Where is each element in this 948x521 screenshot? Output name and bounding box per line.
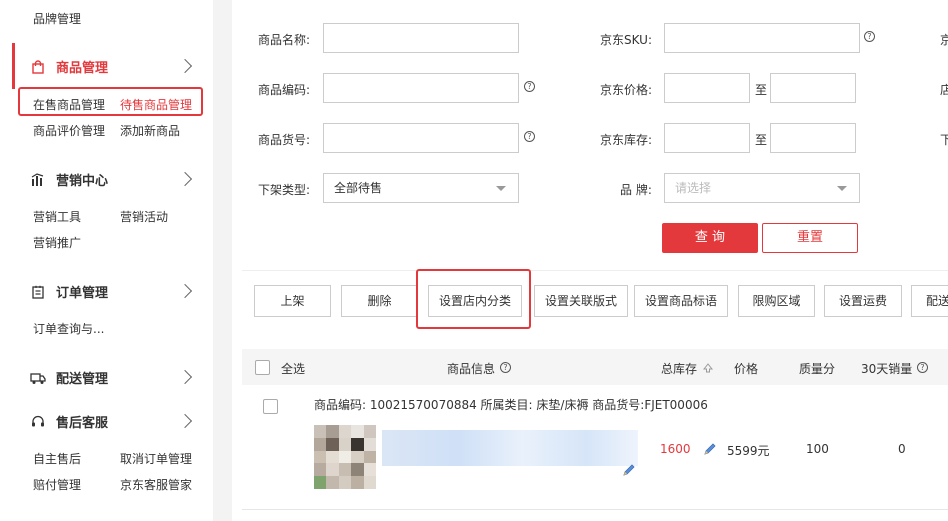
highlight-box <box>416 269 531 329</box>
product-name-input[interactable] <box>323 23 519 53</box>
sidebar-item-cancel-order[interactable]: 取消订单管理 <box>120 450 192 467</box>
sidebar-item-compensation[interactable]: 赔付管理 <box>33 476 81 493</box>
jd-price-label: 京东价格: <box>600 83 653 97</box>
table-header <box>242 349 948 385</box>
sidebar-item-jd-cs-manager[interactable]: 京东客服管家 <box>120 476 192 493</box>
edit-pencil-icon[interactable] <box>703 442 717 459</box>
headset-icon <box>30 414 46 430</box>
product-info-header: 商品信息 <box>447 362 496 376</box>
divider <box>242 509 948 510</box>
delete-button[interactable]: 删除 <box>341 285 418 317</box>
chevron-right-icon[interactable] <box>177 413 193 429</box>
marketing-icon <box>30 172 46 188</box>
jd-price-max-input[interactable] <box>770 73 856 103</box>
sidebar-item-order-query[interactable]: 订单查询与... <box>33 320 104 337</box>
range-to-label: 至 <box>755 83 768 97</box>
sidebar-group-marketing[interactable]: 营销中心 <box>30 170 108 189</box>
sidebar-item-brand-management[interactable]: 品牌管理 <box>33 10 81 27</box>
sidebar-group-title: 售后客服 <box>56 416 109 431</box>
product-code-input[interactable] <box>323 73 519 103</box>
sidebar-item-reviews[interactable]: 商品评价管理 <box>33 122 105 139</box>
sidebar-group-delivery[interactable]: 配送管理 <box>30 368 108 387</box>
sidebar-item-self-aftersales[interactable]: 自主售后 <box>33 450 81 467</box>
total-stock-header[interactable]: 总库存 <box>661 360 697 377</box>
sidebar-item-marketing-tools[interactable]: 营销工具 <box>33 208 81 225</box>
jd-stock-min-input[interactable] <box>664 123 750 153</box>
truck-icon <box>30 370 46 386</box>
row-price: 5599元 <box>727 444 770 458</box>
sidebar-item-add-product[interactable]: 添加新商品 <box>120 122 180 139</box>
jd-stock-label: 京东库存: <box>600 133 653 147</box>
row-stock: 1600 <box>660 442 691 456</box>
set-shipping-fee-button[interactable]: 设置运费 <box>824 285 902 317</box>
sidebar-item-marketing-events[interactable]: 营销活动 <box>120 208 168 225</box>
list-button[interactable]: 上架 <box>254 285 331 317</box>
product-thumbnail[interactable] <box>314 425 376 489</box>
jd-stock-max-input[interactable] <box>770 123 856 153</box>
row-sales-30d: 0 <box>898 442 906 456</box>
delivery-button[interactable]: 配送 <box>911 285 948 317</box>
chevron-right-icon[interactable] <box>177 171 193 187</box>
reset-button[interactable]: 重置 <box>762 223 858 253</box>
sidebar-group-title: 订单管理 <box>56 286 109 301</box>
sidebar: 品牌管理 商品管理 在售商品管理 待售商品管理 商品评价管理 添加新商品 营销中… <box>0 0 213 521</box>
product-no-label: 商品货号: <box>258 133 311 147</box>
main-content: 商品名称: 京东SKU: ? 京 商品编码: ? 京东价格: 至 店 商品货号:… <box>232 0 948 521</box>
price-header: 价格 <box>734 362 759 376</box>
quality-score-header: 质量分 <box>799 362 836 376</box>
dropdown-arrow-icon <box>496 186 506 191</box>
edit-pencil-icon[interactable] <box>622 463 636 480</box>
select-all-checkbox[interactable] <box>255 360 270 375</box>
brand-label: 品 牌: <box>620 183 652 197</box>
purchase-limit-region-button[interactable]: 限购区域 <box>738 285 815 317</box>
cut-off-label: 京 <box>940 33 948 47</box>
sidebar-group-aftersales[interactable]: 售后客服 <box>30 412 108 431</box>
range-to-label: 至 <box>755 133 768 147</box>
sidebar-group-orders[interactable]: 订单管理 <box>30 282 108 301</box>
sidebar-group-title: 配送管理 <box>56 372 109 387</box>
chevron-right-icon[interactable] <box>177 58 193 74</box>
sidebar-group-title: 商品管理 <box>56 61 109 76</box>
help-icon[interactable]: ? <box>524 81 535 92</box>
help-icon[interactable]: ? <box>500 362 511 373</box>
sidebar-group-product-management[interactable]: 商品管理 <box>30 57 108 76</box>
sidebar-group-title: 营销中心 <box>56 174 109 189</box>
cut-off-label: 下 <box>940 133 948 147</box>
jd-sku-input[interactable] <box>664 23 860 53</box>
chevron-right-icon[interactable] <box>177 283 193 299</box>
help-icon[interactable]: ? <box>864 31 875 42</box>
cut-off-label: 店 <box>940 83 948 97</box>
highlight-box <box>18 87 203 116</box>
product-name-label: 商品名称: <box>258 33 311 47</box>
jd-sku-label: 京东SKU: <box>600 33 652 47</box>
jd-price-min-input[interactable] <box>664 73 750 103</box>
brand-select[interactable]: 请选择 <box>664 173 860 203</box>
query-button[interactable]: 查 询 <box>662 223 758 253</box>
chevron-right-icon[interactable] <box>177 369 193 385</box>
product-title-blurred[interactable] <box>382 430 638 466</box>
sidebar-item-marketing-promo[interactable]: 营销推广 <box>33 234 81 251</box>
select-all-label: 全选 <box>281 362 306 376</box>
sort-icon[interactable] <box>702 362 714 376</box>
row-quality-score: 100 <box>806 442 829 456</box>
product-no-input[interactable] <box>323 123 519 153</box>
sales-30d-header: 30天销量 <box>861 362 913 376</box>
brand-placeholder: 请选择 <box>675 181 712 195</box>
help-icon[interactable]: ? <box>524 131 535 142</box>
delist-type-select[interactable]: 全部待售 <box>323 173 519 203</box>
divider <box>242 270 948 271</box>
help-icon[interactable]: ? <box>917 362 928 373</box>
set-related-template-button[interactable]: 设置关联版式 <box>534 285 628 317</box>
set-product-slogan-button[interactable]: 设置商品标语 <box>634 285 728 317</box>
delist-type-value: 全部待售 <box>334 181 383 195</box>
dropdown-arrow-icon <box>837 186 847 191</box>
delist-type-label: 下架类型: <box>258 183 311 197</box>
order-icon <box>30 284 46 300</box>
row-checkbox[interactable] <box>263 399 278 414</box>
product-meta: 商品编码: 10021570070884 所属类目: 床垫/床褥 商品货号:FJ… <box>314 398 708 412</box>
shopping-bag-icon <box>30 59 46 75</box>
active-indicator <box>12 43 15 89</box>
product-code-label: 商品编码: <box>258 83 311 97</box>
